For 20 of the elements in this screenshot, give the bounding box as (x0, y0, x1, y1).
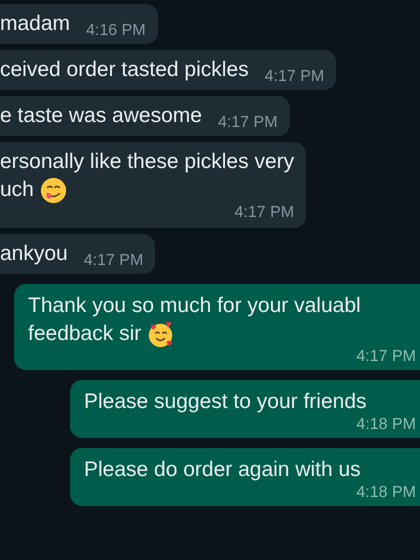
message-time: 4:17 PM (264, 68, 324, 86)
message-text: ersonally like these pickles very (0, 149, 294, 175)
message-text: Please do order again with us (84, 457, 361, 483)
message-text: uch (0, 177, 34, 203)
message-text: e taste was awesome (0, 103, 202, 129)
message-text: feedback sir (28, 321, 142, 347)
message-time: 4:17 PM (84, 252, 144, 270)
message-text: ceived order tasted pickles (0, 57, 249, 83)
message-time: 4:17 PM (234, 204, 294, 222)
message-text: madam (0, 11, 70, 37)
message-time: 4:18 PM (356, 416, 416, 434)
message-text: Please suggest to your friends (84, 389, 366, 415)
message-time: 4:17 PM (218, 114, 278, 132)
message-time: 4:17 PM (356, 348, 416, 366)
smiling-face-with-hearts-icon (147, 320, 174, 348)
smiling-face-with-tongue-icon (40, 176, 67, 204)
message-time: 4:16 PM (86, 22, 146, 40)
message-text: ankyou (0, 241, 68, 267)
message-text: Thank you so much for your valuabl (28, 293, 361, 319)
message-time: 4:18 PM (356, 484, 416, 502)
